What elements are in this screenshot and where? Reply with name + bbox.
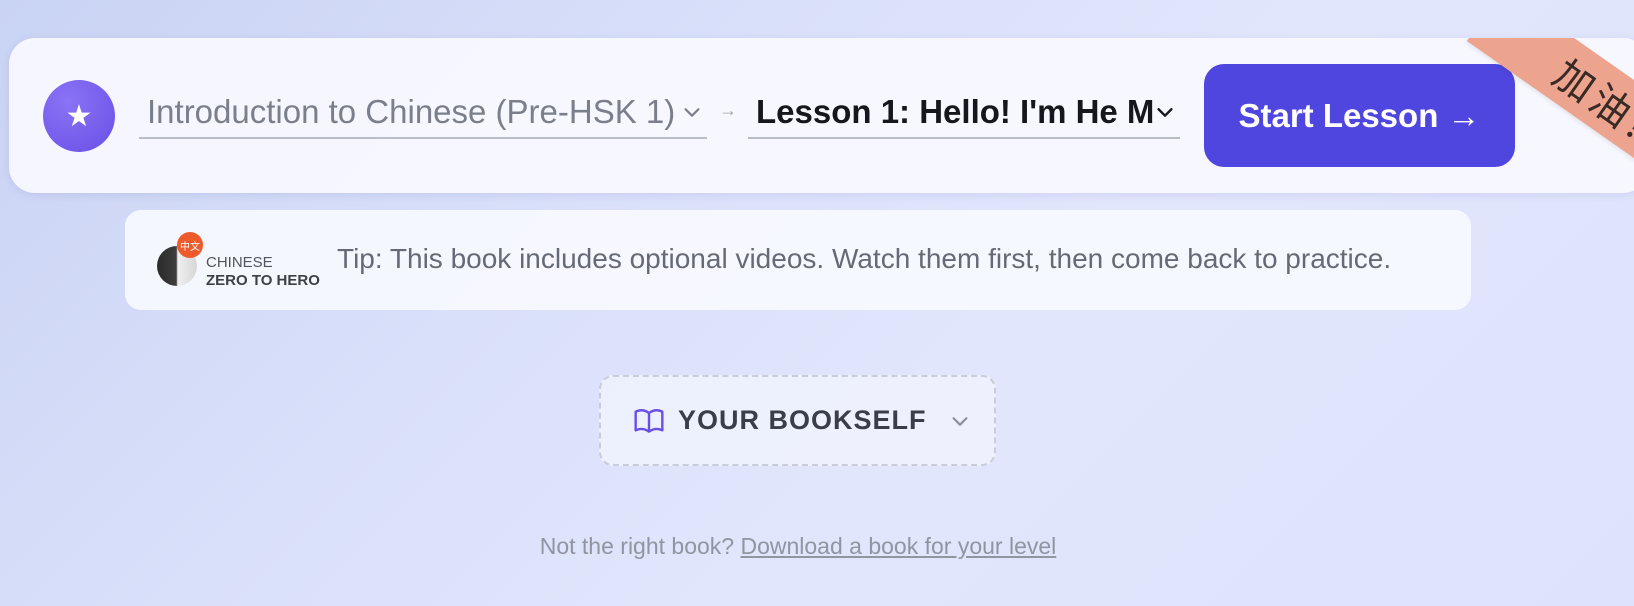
book-select-value: Introduction to Chinese (Pre-HSK 1) [147,92,676,130]
footer-note: Not the right book? Download a book for … [0,533,1596,560]
bookshelf-toggle[interactable]: YOUR BOOKSELF [599,375,996,466]
lesson-toolbar: ★ Introduction to Chinese (Pre-HSK 1) → … [9,38,1634,193]
tip-text: Tip: This book includes optional videos.… [337,243,1392,274]
bookshelf-label: YOUR BOOKSELF [678,405,927,435]
chinese-zero-to-hero-logo: 中文 CHINESE ZERO TO HERO [157,232,327,290]
chevron-down-icon [1157,107,1173,117]
footer-prefix: Not the right book? [539,533,735,559]
lesson-select-value: Lesson 1: Hello! I'm He Mei [756,92,1154,130]
book-open-icon [634,408,664,433]
tip-card: 中文 CHINESE ZERO TO HERO Tip: This book i… [125,210,1471,310]
chevron-down-icon [684,107,700,117]
chevron-down-icon [951,416,968,426]
arrow-right-icon: → [719,100,737,120]
lesson-select[interactable]: Lesson 1: Hello! I'm He Mei [748,86,1180,139]
logo-badge: 中文 [177,232,203,258]
book-select[interactable]: Introduction to Chinese (Pre-HSK 1) [139,86,707,139]
star-icon: ★ [43,80,115,152]
start-lesson-button[interactable]: Start Lesson → [1204,64,1515,167]
download-book-link[interactable]: Download a book for your level [740,533,1056,559]
logo-text-line2: ZERO TO HERO [206,272,320,289]
logo-text-line1: CHINESE [206,254,273,271]
